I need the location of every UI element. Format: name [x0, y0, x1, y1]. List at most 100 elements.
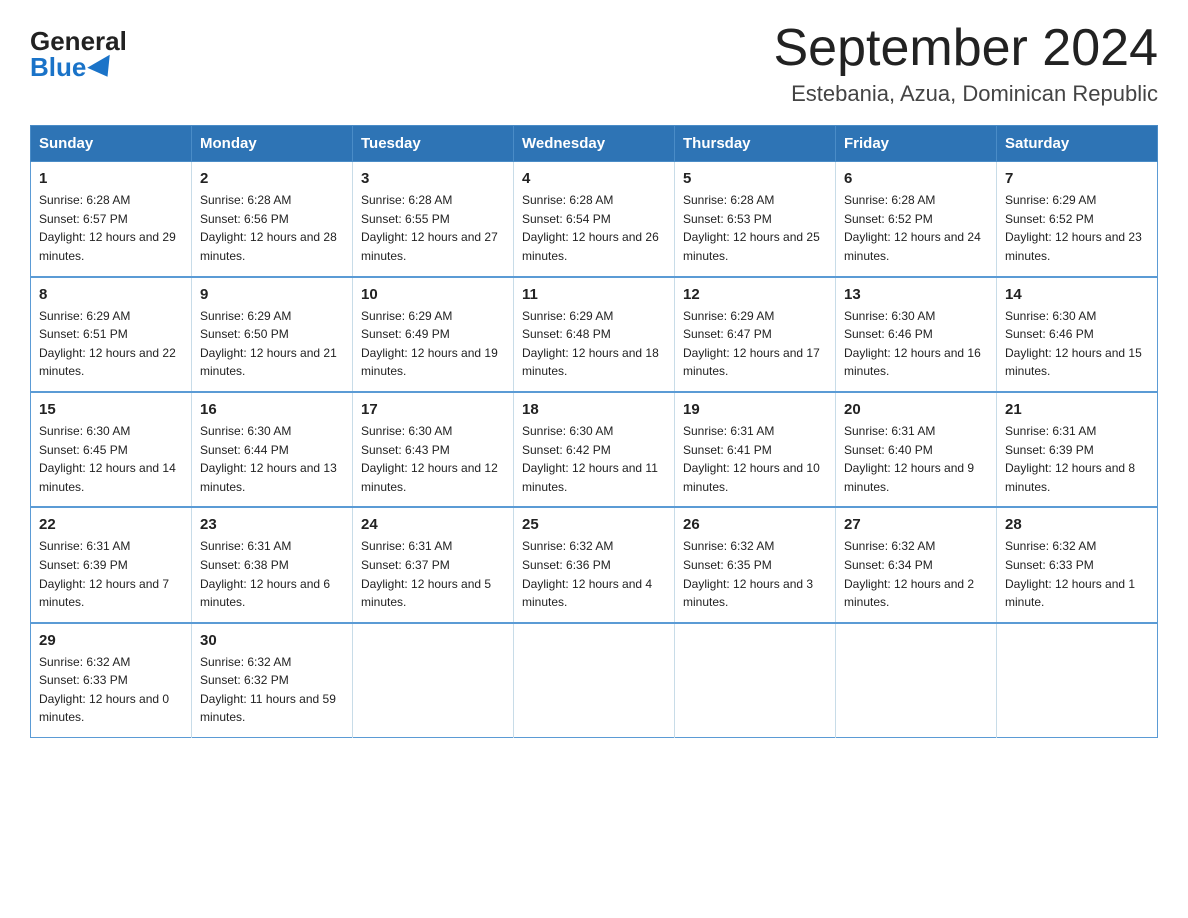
location-subtitle: Estebania, Azua, Dominican Republic [774, 81, 1159, 107]
calendar-week-row: 22 Sunrise: 6:31 AMSunset: 6:39 PMDaylig… [31, 507, 1158, 622]
calendar-cell [675, 623, 836, 738]
calendar-cell: 30 Sunrise: 6:32 AMSunset: 6:32 PMDaylig… [192, 623, 353, 738]
day-number: 6 [844, 170, 988, 187]
calendar-cell [514, 623, 675, 738]
day-number: 24 [361, 516, 505, 533]
calendar-cell: 1 Sunrise: 6:28 AMSunset: 6:57 PMDayligh… [31, 162, 192, 277]
calendar-cell: 7 Sunrise: 6:29 AMSunset: 6:52 PMDayligh… [997, 162, 1158, 277]
day-of-week-header: Friday [836, 126, 997, 162]
day-number: 22 [39, 516, 183, 533]
day-info: Sunrise: 6:28 AMSunset: 6:56 PMDaylight:… [200, 193, 337, 263]
calendar-cell: 12 Sunrise: 6:29 AMSunset: 6:47 PMDaylig… [675, 277, 836, 392]
day-info: Sunrise: 6:28 AMSunset: 6:57 PMDaylight:… [39, 193, 176, 263]
day-info: Sunrise: 6:29 AMSunset: 6:49 PMDaylight:… [361, 309, 498, 379]
day-info: Sunrise: 6:29 AMSunset: 6:48 PMDaylight:… [522, 309, 659, 379]
calendar-cell: 29 Sunrise: 6:32 AMSunset: 6:33 PMDaylig… [31, 623, 192, 738]
page-header: General Blue September 2024 Estebania, A… [30, 20, 1158, 107]
calendar-week-row: 1 Sunrise: 6:28 AMSunset: 6:57 PMDayligh… [31, 162, 1158, 277]
calendar-cell: 8 Sunrise: 6:29 AMSunset: 6:51 PMDayligh… [31, 277, 192, 392]
calendar-cell: 15 Sunrise: 6:30 AMSunset: 6:45 PMDaylig… [31, 392, 192, 507]
day-of-week-header: Sunday [31, 126, 192, 162]
day-number: 7 [1005, 170, 1149, 187]
day-number: 29 [39, 632, 183, 649]
calendar-cell: 25 Sunrise: 6:32 AMSunset: 6:36 PMDaylig… [514, 507, 675, 622]
day-number: 12 [683, 286, 827, 303]
logo-general-text: General [30, 28, 127, 54]
calendar-cell: 2 Sunrise: 6:28 AMSunset: 6:56 PMDayligh… [192, 162, 353, 277]
day-info: Sunrise: 6:32 AMSunset: 6:33 PMDaylight:… [1005, 539, 1135, 609]
day-info: Sunrise: 6:30 AMSunset: 6:43 PMDaylight:… [361, 424, 498, 494]
day-info: Sunrise: 6:32 AMSunset: 6:33 PMDaylight:… [39, 655, 169, 725]
logo-blue-text: Blue [30, 54, 116, 80]
day-number: 26 [683, 516, 827, 533]
day-info: Sunrise: 6:30 AMSunset: 6:46 PMDaylight:… [1005, 309, 1142, 379]
calendar-cell: 13 Sunrise: 6:30 AMSunset: 6:46 PMDaylig… [836, 277, 997, 392]
day-info: Sunrise: 6:28 AMSunset: 6:54 PMDaylight:… [522, 193, 659, 263]
day-info: Sunrise: 6:28 AMSunset: 6:52 PMDaylight:… [844, 193, 981, 263]
title-area: September 2024 Estebania, Azua, Dominica… [774, 20, 1159, 107]
day-number: 13 [844, 286, 988, 303]
day-info: Sunrise: 6:32 AMSunset: 6:35 PMDaylight:… [683, 539, 813, 609]
day-info: Sunrise: 6:29 AMSunset: 6:51 PMDaylight:… [39, 309, 176, 379]
day-number: 4 [522, 170, 666, 187]
day-info: Sunrise: 6:28 AMSunset: 6:55 PMDaylight:… [361, 193, 498, 263]
day-number: 3 [361, 170, 505, 187]
day-number: 9 [200, 286, 344, 303]
calendar-cell: 23 Sunrise: 6:31 AMSunset: 6:38 PMDaylig… [192, 507, 353, 622]
calendar-cell: 20 Sunrise: 6:31 AMSunset: 6:40 PMDaylig… [836, 392, 997, 507]
calendar-cell: 11 Sunrise: 6:29 AMSunset: 6:48 PMDaylig… [514, 277, 675, 392]
day-of-week-header: Wednesday [514, 126, 675, 162]
logo-triangle-icon [88, 55, 120, 84]
calendar-cell: 5 Sunrise: 6:28 AMSunset: 6:53 PMDayligh… [675, 162, 836, 277]
day-number: 20 [844, 401, 988, 418]
month-title: September 2024 [774, 20, 1159, 77]
day-number: 14 [1005, 286, 1149, 303]
day-info: Sunrise: 6:30 AMSunset: 6:42 PMDaylight:… [522, 424, 658, 494]
day-number: 8 [39, 286, 183, 303]
day-info: Sunrise: 6:31 AMSunset: 6:39 PMDaylight:… [39, 539, 169, 609]
day-number: 11 [522, 286, 666, 303]
day-info: Sunrise: 6:28 AMSunset: 6:53 PMDaylight:… [683, 193, 820, 263]
day-info: Sunrise: 6:29 AMSunset: 6:50 PMDaylight:… [200, 309, 337, 379]
calendar-cell: 21 Sunrise: 6:31 AMSunset: 6:39 PMDaylig… [997, 392, 1158, 507]
day-number: 23 [200, 516, 344, 533]
day-number: 28 [1005, 516, 1149, 533]
day-number: 2 [200, 170, 344, 187]
calendar-cell [997, 623, 1158, 738]
calendar-cell: 4 Sunrise: 6:28 AMSunset: 6:54 PMDayligh… [514, 162, 675, 277]
calendar-cell: 28 Sunrise: 6:32 AMSunset: 6:33 PMDaylig… [997, 507, 1158, 622]
calendar-cell: 9 Sunrise: 6:29 AMSunset: 6:50 PMDayligh… [192, 277, 353, 392]
calendar-cell: 6 Sunrise: 6:28 AMSunset: 6:52 PMDayligh… [836, 162, 997, 277]
day-number: 15 [39, 401, 183, 418]
calendar-week-row: 29 Sunrise: 6:32 AMSunset: 6:33 PMDaylig… [31, 623, 1158, 738]
calendar-cell: 16 Sunrise: 6:30 AMSunset: 6:44 PMDaylig… [192, 392, 353, 507]
day-info: Sunrise: 6:31 AMSunset: 6:38 PMDaylight:… [200, 539, 330, 609]
day-number: 17 [361, 401, 505, 418]
calendar-cell: 24 Sunrise: 6:31 AMSunset: 6:37 PMDaylig… [353, 507, 514, 622]
calendar-cell [836, 623, 997, 738]
day-info: Sunrise: 6:32 AMSunset: 6:34 PMDaylight:… [844, 539, 974, 609]
calendar-table: SundayMondayTuesdayWednesdayThursdayFrid… [30, 125, 1158, 738]
day-info: Sunrise: 6:29 AMSunset: 6:47 PMDaylight:… [683, 309, 820, 379]
calendar-cell [353, 623, 514, 738]
day-number: 16 [200, 401, 344, 418]
calendar-cell: 10 Sunrise: 6:29 AMSunset: 6:49 PMDaylig… [353, 277, 514, 392]
day-of-week-header: Tuesday [353, 126, 514, 162]
day-number: 5 [683, 170, 827, 187]
calendar-week-row: 15 Sunrise: 6:30 AMSunset: 6:45 PMDaylig… [31, 392, 1158, 507]
day-info: Sunrise: 6:32 AMSunset: 6:36 PMDaylight:… [522, 539, 652, 609]
day-info: Sunrise: 6:31 AMSunset: 6:40 PMDaylight:… [844, 424, 974, 494]
calendar-cell: 27 Sunrise: 6:32 AMSunset: 6:34 PMDaylig… [836, 507, 997, 622]
day-number: 19 [683, 401, 827, 418]
day-number: 21 [1005, 401, 1149, 418]
day-info: Sunrise: 6:31 AMSunset: 6:37 PMDaylight:… [361, 539, 491, 609]
day-info: Sunrise: 6:31 AMSunset: 6:41 PMDaylight:… [683, 424, 820, 494]
logo: General Blue [30, 28, 127, 80]
day-info: Sunrise: 6:30 AMSunset: 6:45 PMDaylight:… [39, 424, 176, 494]
day-of-week-header: Saturday [997, 126, 1158, 162]
day-number: 10 [361, 286, 505, 303]
calendar-week-row: 8 Sunrise: 6:29 AMSunset: 6:51 PMDayligh… [31, 277, 1158, 392]
calendar-cell: 3 Sunrise: 6:28 AMSunset: 6:55 PMDayligh… [353, 162, 514, 277]
day-number: 25 [522, 516, 666, 533]
calendar-header-row: SundayMondayTuesdayWednesdayThursdayFrid… [31, 126, 1158, 162]
